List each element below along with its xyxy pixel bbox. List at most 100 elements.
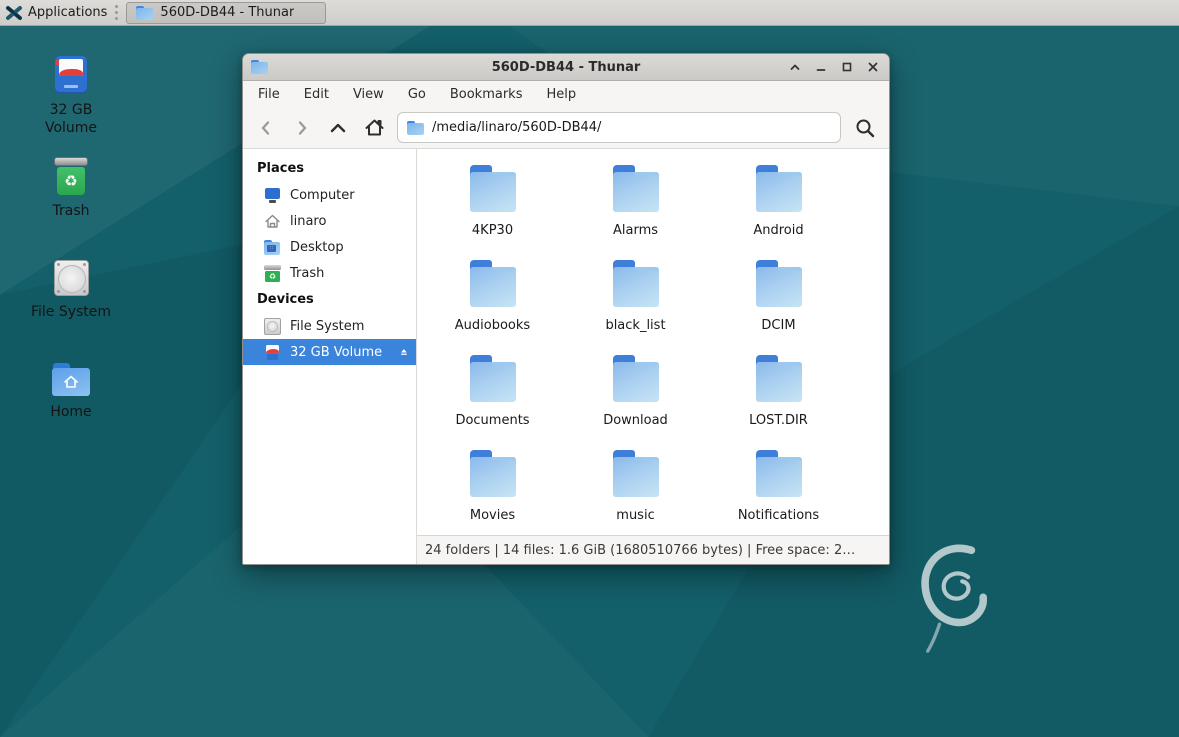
desktop-icon-file-system[interactable]: File System bbox=[25, 260, 117, 322]
location-bar[interactable] bbox=[397, 112, 841, 143]
home-button[interactable] bbox=[361, 115, 387, 141]
devices-header: Devices bbox=[243, 286, 416, 313]
folder-grid: 4KP30 Alarms Android Audiobooks bbox=[421, 163, 889, 535]
folder-icon bbox=[469, 450, 517, 497]
forward-button[interactable] bbox=[289, 115, 315, 141]
folder-item[interactable]: Movies bbox=[421, 448, 564, 535]
panel-separator-grip bbox=[115, 5, 118, 20]
folder-icon bbox=[469, 355, 517, 402]
taskbar-window-title: 560D-DB44 - Thunar bbox=[160, 5, 294, 20]
close-icon bbox=[867, 61, 879, 73]
desktop-icon-label: 32 GB Volume bbox=[25, 102, 117, 137]
thunar-folder-icon bbox=[136, 6, 153, 20]
folder-item[interactable]: DCIM bbox=[707, 258, 850, 353]
window-titlebar[interactable]: 560D-DB44 - Thunar bbox=[243, 54, 889, 81]
folder-icon bbox=[755, 260, 803, 307]
folder-icon bbox=[755, 165, 803, 212]
debian-swirl-logo bbox=[916, 540, 1000, 658]
menu-help[interactable]: Help bbox=[546, 87, 576, 102]
folder-item[interactable]: Android bbox=[707, 163, 850, 258]
desktop-folder-icon: ∷ bbox=[264, 239, 281, 256]
taskbar-window-button[interactable]: 560D-DB44 - Thunar bbox=[126, 2, 326, 24]
minimize-button[interactable] bbox=[813, 59, 829, 75]
sidebar-item-file-system[interactable]: File System bbox=[243, 313, 416, 339]
folder-item[interactable]: black_list bbox=[564, 258, 707, 353]
menu-file[interactable]: File bbox=[258, 87, 280, 102]
back-button[interactable] bbox=[253, 115, 279, 141]
toolbar bbox=[243, 107, 889, 149]
maximize-button[interactable] bbox=[839, 59, 855, 75]
menu-view[interactable]: View bbox=[353, 87, 384, 102]
maximize-icon bbox=[841, 61, 853, 73]
sidebar-item-desktop[interactable]: ∷ Desktop bbox=[243, 234, 416, 260]
folder-icon bbox=[469, 260, 517, 307]
folder-item[interactable]: Notifications bbox=[707, 448, 850, 535]
folder-item[interactable]: LOST.DIR bbox=[707, 353, 850, 448]
search-button[interactable] bbox=[851, 114, 879, 142]
status-text: 24 folders | 14 files: 1.6 GiB (16805107… bbox=[425, 543, 855, 558]
chevron-up-icon bbox=[328, 118, 348, 138]
trash-icon: ♻ bbox=[54, 157, 88, 195]
menu-bookmarks[interactable]: Bookmarks bbox=[450, 87, 523, 102]
desktop-icon-trash[interactable]: ♻ Trash bbox=[25, 157, 117, 221]
folder-icon bbox=[612, 355, 660, 402]
hard-disk-icon bbox=[54, 260, 89, 296]
shade-button[interactable] bbox=[787, 59, 803, 75]
path-input[interactable] bbox=[432, 120, 831, 135]
folder-icon bbox=[612, 450, 660, 497]
desktop-icon-32gb-volume[interactable]: 32 GB Volume bbox=[25, 56, 117, 137]
computer-icon bbox=[264, 187, 281, 204]
folder-item[interactable]: 4KP30 bbox=[421, 163, 564, 258]
usb-volume-icon bbox=[264, 344, 281, 361]
places-header: Places bbox=[243, 155, 416, 182]
folder-item[interactable]: Download bbox=[564, 353, 707, 448]
side-pane: Places Computer linaro ∷ Desktop bbox=[243, 149, 417, 564]
home-icon bbox=[364, 118, 385, 138]
hard-disk-icon bbox=[264, 318, 281, 335]
desktop-root: { "panel": { "applications_label": "Appl… bbox=[0, 0, 1179, 737]
folder-icon bbox=[755, 450, 803, 497]
desktop-icon-home[interactable]: Home bbox=[25, 363, 117, 422]
search-icon bbox=[854, 117, 876, 139]
home-folder-icon bbox=[52, 363, 90, 396]
applications-menu-label: Applications bbox=[28, 5, 107, 20]
usb-volume-icon bbox=[55, 56, 87, 94]
sidebar-item-linaro-home[interactable]: linaro bbox=[243, 208, 416, 234]
desktop-icon-label: File System bbox=[25, 304, 117, 322]
up-button[interactable] bbox=[325, 115, 351, 141]
folder-icon bbox=[755, 355, 803, 402]
home-glyph-icon bbox=[63, 375, 79, 389]
folder-icon bbox=[612, 260, 660, 307]
folder-icon bbox=[612, 165, 660, 212]
folder-item[interactable]: Alarms bbox=[564, 163, 707, 258]
chevron-right-icon bbox=[293, 119, 311, 137]
path-folder-icon bbox=[407, 121, 424, 135]
top-panel: Applications 560D-DB44 - Thunar bbox=[0, 0, 1179, 26]
menu-edit[interactable]: Edit bbox=[304, 87, 329, 102]
menu-go[interactable]: Go bbox=[408, 87, 426, 102]
file-view[interactable]: 4KP30 Alarms Android Audiobooks bbox=[417, 149, 889, 535]
sidebar-item-trash[interactable]: ♻ Trash bbox=[243, 260, 416, 286]
folder-item[interactable]: music bbox=[564, 448, 707, 535]
status-bar: 24 folders | 14 files: 1.6 GiB (16805107… bbox=[417, 535, 889, 564]
thunar-window: 560D-DB44 - Thunar bbox=[242, 53, 890, 565]
eject-icon[interactable] bbox=[400, 345, 408, 359]
desktop-icon-label: Trash bbox=[25, 203, 117, 221]
desktop-icon-label: Home bbox=[25, 404, 117, 422]
window-body: Places Computer linaro ∷ Desktop bbox=[243, 149, 889, 564]
xfce-applications-icon bbox=[6, 5, 22, 21]
menu-bar: File Edit View Go Bookmarks Help bbox=[243, 81, 889, 107]
sidebar-item-32gb-volume[interactable]: 32 GB Volume bbox=[243, 339, 416, 365]
trash-icon: ♻ bbox=[264, 265, 281, 282]
applications-menu-button[interactable]: Applications bbox=[0, 0, 115, 25]
minimize-icon bbox=[815, 61, 827, 73]
chevron-up-icon bbox=[789, 61, 801, 73]
folder-icon bbox=[469, 165, 517, 212]
close-button[interactable] bbox=[865, 59, 881, 75]
window-thunar-icon bbox=[251, 60, 268, 74]
chevron-left-icon bbox=[257, 119, 275, 137]
folder-item[interactable]: Documents bbox=[421, 353, 564, 448]
folder-item[interactable]: Audiobooks bbox=[421, 258, 564, 353]
sidebar-item-computer[interactable]: Computer bbox=[243, 182, 416, 208]
home-outline-icon bbox=[264, 213, 281, 230]
